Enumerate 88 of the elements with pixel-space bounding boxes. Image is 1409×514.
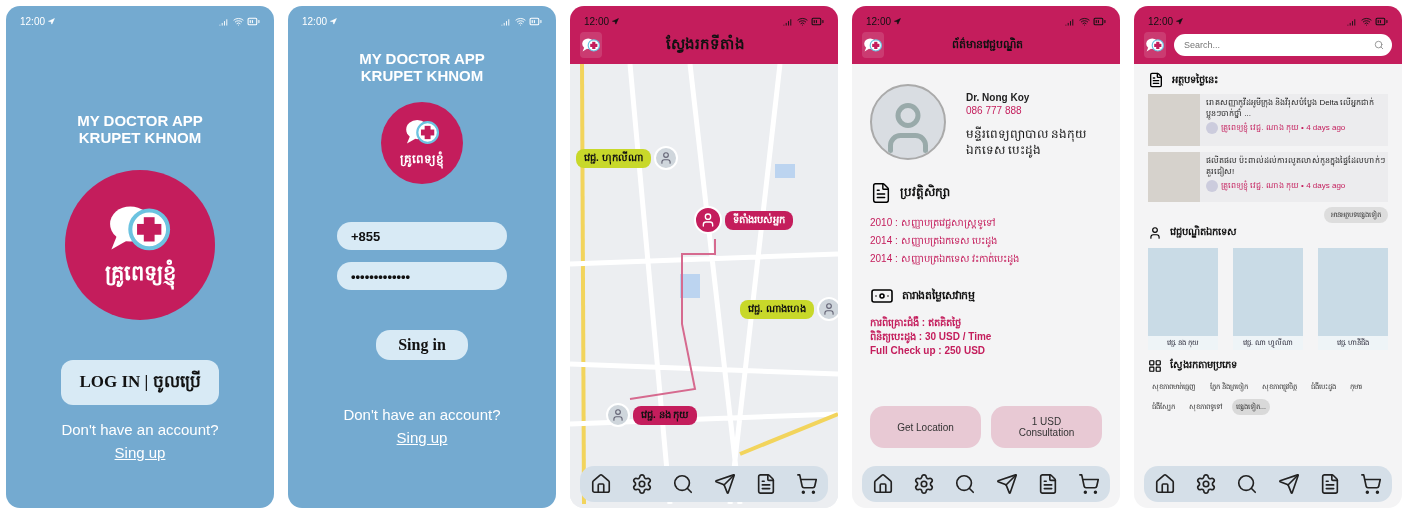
wifi-icon: [797, 16, 808, 27]
price-item: ពិនិត្យបេះដូង : 30 USD / Time: [870, 330, 993, 344]
section-title: តារាងតម្លៃសេវាកម្ម: [902, 288, 975, 304]
price-item: ការពិគ្រោះជំងឺ : ឥតគិតថ្លៃ: [870, 316, 962, 330]
app-logo: គ្រូពេទ្យខ្ញុំ: [65, 170, 215, 320]
article-headline: ផលិតផល ប៉ះពាល់ដល់ការលូតលាស់កូនក្នុងផ្ទៃដែលហាក់ៗគួរជៀស!: [1206, 155, 1387, 177]
doctor-phone: 086 777 888: [966, 105, 1023, 116]
search-icon[interactable]: [1236, 473, 1259, 495]
phone-field[interactable]: +855: [337, 222, 507, 250]
document-icon: [870, 182, 892, 204]
app-title: MY DOCTOR APP KRUPET KHNOM: [359, 50, 485, 84]
location-arrow-icon: [894, 18, 902, 25]
home-icon[interactable]: [589, 473, 612, 495]
education-item: 2014 : សញ្ញាបត្រឯកទេស វះកាត់បេះដូង: [870, 251, 1021, 268]
article-meta: គ្រូពេទ្យខ្ញុំ វេជ្ជ. ណាង កុយ • 4 days ago: [1221, 181, 1346, 191]
section-title: ប្រវត្តិសិក្សា: [900, 184, 950, 202]
battery-icon: [247, 15, 260, 28]
get-location-button[interactable]: Get Location: [870, 406, 981, 448]
section-title: ស្វែងរកតាមប្រភេទ: [1170, 358, 1237, 373]
header-title: ស្វែងរកទីតាំង: [664, 34, 746, 55]
chat-cross-icon: [1145, 37, 1165, 53]
article-headline: រោគសញ្ញាកូវីដអូមីក្រុង និងវីរុសបំប្លែង Delta លើអ្នកជាក់ ប្អូនៗចាក់ថ្នាំ ...: [1206, 97, 1376, 119]
avatar-icon: [1206, 122, 1218, 134]
cart-icon[interactable]: [1078, 473, 1101, 495]
status-time: 12:00: [302, 16, 328, 27]
article-card[interactable]: រោគសញ្ញាកូវីដអូមីក្រុង និងវីរុសបំប្លែង Delta លើអ្នកជាក់ ប្អូនៗចាក់ថ្នាំ ... គ្រូពេទ្យខ្ញុំ វេជ្ជ. ណាង កុយ • 4 days ago: [1148, 94, 1388, 146]
login-button[interactable]: LOG IN | ចូលប្រើ: [61, 360, 219, 405]
password-field[interactable]: •••••••••••••: [337, 262, 507, 290]
battery-icon: [529, 15, 542, 28]
chat-cross-icon: [581, 37, 601, 53]
consultation-button[interactable]: 1 USD Consultation: [991, 406, 1102, 448]
send-icon[interactable]: [995, 473, 1018, 495]
send-icon[interactable]: [1277, 473, 1300, 495]
grid-icon: [1148, 358, 1162, 373]
doctor-name: Dr. Nong Koy: [966, 92, 1031, 103]
battery-icon: [1375, 15, 1388, 28]
chat-cross-icon: [403, 117, 441, 147]
status-time: 12:00: [20, 16, 46, 27]
section-title: វេជ្ជបណ្ឌិតឯកទេស: [1170, 225, 1237, 240]
header-title: ព័ត៌មានវេជ្ជបណ្ឌិត: [950, 37, 1024, 53]
person-icon: [1148, 225, 1162, 240]
price-item: Full Check up : 250 USD: [870, 344, 987, 358]
article-card[interactable]: ផលិតផល ប៉ះពាល់ដល់ការលូតលាស់កូនក្នុងផ្ទៃដែលហាក់ៗគួរជៀស! គ្រូពេទ្យខ្ញុំ វេជ្ជ. ណាង កុយ • 4 days ago: [1148, 152, 1388, 202]
battery-icon: [811, 15, 824, 28]
search-icon[interactable]: [672, 473, 695, 495]
status-time: 12:00: [584, 16, 610, 27]
app-logo: គ្រូពេទ្យខ្ញុំ: [381, 102, 463, 184]
education-item: 2010 : សញ្ញាបត្រវេជ្ជសាស្ត្រទូទៅ: [870, 216, 996, 232]
avatar-icon: [1206, 180, 1218, 192]
wifi-icon: [1361, 16, 1372, 27]
location-arrow-icon: [48, 18, 56, 25]
wifi-icon: [1079, 16, 1090, 27]
signin-button[interactable]: Sing in: [376, 330, 468, 360]
signal-icon: [783, 16, 794, 27]
education-item: 2014 : សញ្ញាបត្រឯកទេស បេះដូង: [870, 234, 999, 250]
search-icon[interactable]: [954, 473, 977, 495]
settings-icon[interactable]: [913, 473, 935, 495]
location-arrow-icon: [1176, 18, 1184, 25]
wifi-icon: [233, 16, 244, 27]
document-icon: [1148, 72, 1164, 88]
signal-icon: [501, 16, 512, 27]
app-title: MY DOCTOR APP KRUPET KHNOM: [77, 112, 203, 146]
photo-placeholder: [1148, 152, 1200, 202]
signal-icon: [1347, 16, 1358, 27]
send-icon[interactable]: [713, 473, 736, 495]
search-icon: [1374, 40, 1384, 50]
cart-icon[interactable]: [796, 473, 819, 495]
section-title: អត្ថបទថ្ងៃនេះ: [1172, 72, 1218, 88]
search-field[interactable]: Search...: [1174, 34, 1392, 56]
settings-icon[interactable]: [1195, 473, 1217, 495]
cart-icon[interactable]: [1360, 473, 1383, 495]
wifi-icon: [515, 16, 526, 27]
status-time: 12:00: [866, 16, 892, 27]
home-icon[interactable]: [871, 473, 894, 495]
settings-icon[interactable]: [631, 473, 653, 495]
photo-placeholder: [1148, 94, 1200, 146]
signal-icon: [1065, 16, 1076, 27]
article-meta: គ្រូពេទ្យខ្ញុំ វេជ្ជ. ណាង កុយ • 4 days ago: [1221, 123, 1346, 133]
chat-cross-icon: [863, 37, 883, 53]
doctor-hospital: មន្ទីរពេទ្យព្យាបាល នងកុយ ឯកទេស បេះដូង: [966, 126, 1088, 158]
signup-prompt: Don't have an account?: [343, 406, 501, 423]
battery-icon: [1093, 15, 1106, 28]
signal-icon: [219, 16, 230, 27]
location-arrow-icon: [330, 18, 338, 25]
signup-prompt: Don't have an account?: [61, 421, 219, 438]
location-arrow-icon: [612, 18, 620, 25]
status-time: 12:00: [1148, 16, 1174, 27]
home-icon[interactable]: [1153, 473, 1176, 495]
